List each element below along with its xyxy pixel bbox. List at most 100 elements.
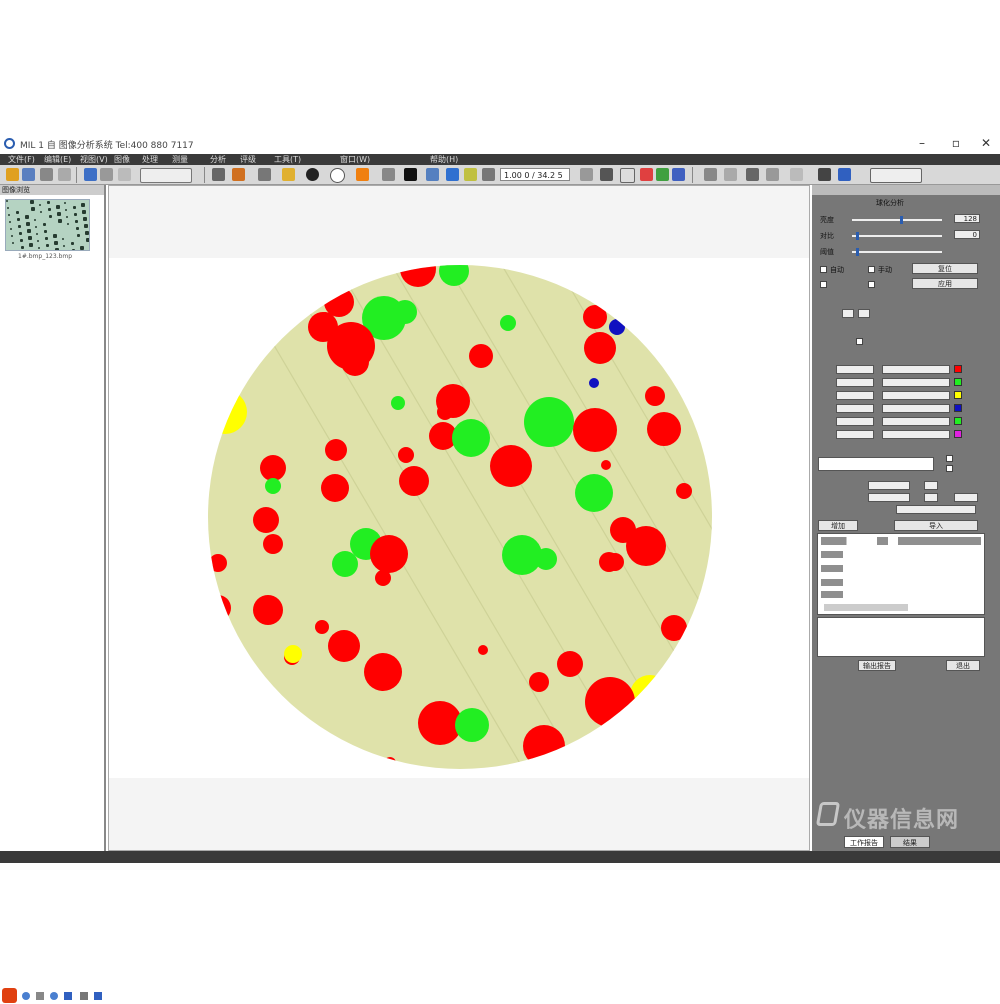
pointer-icon[interactable] bbox=[212, 168, 225, 181]
rect-icon[interactable] bbox=[118, 168, 131, 181]
menu-image[interactable]: 图像 bbox=[114, 154, 130, 165]
contrast-value[interactable]: 0 bbox=[954, 230, 980, 239]
class-range-field[interactable] bbox=[882, 365, 950, 374]
manual-checkbox[interactable] bbox=[868, 266, 875, 273]
filter-input[interactable] bbox=[818, 457, 934, 471]
show-checkbox[interactable] bbox=[856, 338, 863, 345]
pen-icon[interactable] bbox=[232, 168, 245, 181]
settings-icon[interactable] bbox=[790, 168, 803, 181]
zoom-out-icon[interactable] bbox=[464, 168, 477, 181]
run-icon[interactable] bbox=[656, 168, 669, 181]
page-icon[interactable] bbox=[620, 168, 635, 183]
micrograph-field[interactable] bbox=[205, 262, 715, 772]
brightness-value[interactable]: 128 bbox=[954, 214, 980, 223]
window-icon[interactable] bbox=[838, 168, 851, 181]
minimize-button[interactable]: – bbox=[912, 136, 932, 150]
class-field[interactable] bbox=[836, 430, 874, 439]
list-item[interactable] bbox=[821, 565, 843, 572]
measure-icon[interactable] bbox=[84, 168, 97, 181]
export-report-button[interactable]: 输出报告 bbox=[858, 660, 896, 671]
notes-textarea[interactable] bbox=[817, 617, 985, 657]
menu-grading[interactable]: 评级 bbox=[240, 154, 256, 165]
arrow-icon[interactable] bbox=[426, 168, 439, 181]
result-list[interactable] bbox=[817, 533, 985, 615]
menu-process[interactable]: 处理 bbox=[142, 154, 158, 165]
class-color-swatch[interactable] bbox=[954, 404, 962, 412]
class-field[interactable] bbox=[836, 365, 874, 374]
highlight-icon[interactable] bbox=[282, 168, 295, 181]
list-item[interactable] bbox=[821, 551, 843, 558]
param-field-a[interactable] bbox=[842, 309, 854, 318]
save-icon[interactable] bbox=[22, 168, 35, 181]
import-button[interactable]: 导入 bbox=[894, 520, 978, 531]
class-field[interactable] bbox=[836, 391, 874, 400]
black-icon[interactable] bbox=[404, 168, 417, 181]
tab-work-report[interactable]: 工作报告 bbox=[844, 836, 884, 848]
threshold-knob[interactable] bbox=[856, 248, 859, 256]
menu-help[interactable]: 帮助(H) bbox=[430, 154, 458, 165]
grid-icon[interactable] bbox=[724, 168, 737, 181]
list-item[interactable] bbox=[821, 579, 843, 586]
stop-icon[interactable] bbox=[640, 168, 653, 181]
add-button[interactable]: 增加 bbox=[818, 520, 858, 531]
class-field[interactable] bbox=[836, 378, 874, 387]
list-icon[interactable] bbox=[36, 992, 44, 1000]
filter-checkbox-b[interactable] bbox=[946, 465, 953, 472]
size-field-f[interactable] bbox=[896, 505, 976, 514]
size-field-c[interactable] bbox=[868, 493, 910, 502]
option-checkbox-b[interactable] bbox=[868, 281, 875, 288]
image-thumbnail[interactable] bbox=[5, 199, 90, 251]
close-button[interactable]: ✕ bbox=[976, 136, 996, 150]
prev-icon[interactable] bbox=[580, 168, 593, 181]
maximize-button[interactable]: ▫ bbox=[946, 136, 966, 150]
fill-icon[interactable] bbox=[306, 168, 319, 181]
class-range-field[interactable] bbox=[882, 391, 950, 400]
report-icon[interactable] bbox=[672, 168, 685, 181]
menu-tools[interactable]: 工具(T) bbox=[274, 154, 301, 165]
calibrate-icon[interactable] bbox=[766, 168, 779, 181]
filter-checkbox-a[interactable] bbox=[946, 455, 953, 462]
size-field-d[interactable] bbox=[924, 493, 938, 502]
circle-icon[interactable] bbox=[330, 168, 345, 183]
menu-measure[interactable]: 测量 bbox=[172, 154, 188, 165]
up-icon[interactable] bbox=[64, 992, 72, 1000]
refresh-icon[interactable] bbox=[50, 992, 58, 1000]
menu-edit[interactable]: 编辑(E) bbox=[44, 154, 71, 165]
brand-icon[interactable] bbox=[2, 988, 17, 1003]
brightness-slider[interactable] bbox=[852, 216, 942, 224]
filter-icon[interactable] bbox=[94, 992, 102, 1000]
erase-icon[interactable] bbox=[382, 168, 395, 181]
next-icon[interactable] bbox=[600, 168, 613, 181]
exit-button[interactable]: 退出 bbox=[946, 660, 980, 671]
class-field[interactable] bbox=[836, 404, 874, 413]
option-checkbox-a[interactable] bbox=[820, 281, 827, 288]
size-field-a[interactable] bbox=[868, 481, 910, 490]
panel-icon[interactable] bbox=[818, 168, 831, 181]
view-icon[interactable] bbox=[22, 992, 30, 1000]
line-icon[interactable] bbox=[100, 168, 113, 181]
class-range-field[interactable] bbox=[882, 430, 950, 439]
contrast-knob[interactable] bbox=[856, 232, 859, 240]
mode-select[interactable] bbox=[140, 168, 192, 183]
brightness-knob[interactable] bbox=[900, 216, 903, 224]
auto-checkbox[interactable] bbox=[820, 266, 827, 273]
size-field-b[interactable] bbox=[924, 481, 938, 490]
zoom-input[interactable]: 1.00 0 / 34.2 5 bbox=[500, 168, 570, 181]
print-icon[interactable] bbox=[40, 168, 53, 181]
menu-view[interactable]: 视图(V) bbox=[80, 154, 108, 165]
layout-select[interactable] bbox=[870, 168, 922, 183]
contrast-slider[interactable] bbox=[852, 232, 942, 240]
class-color-swatch[interactable] bbox=[954, 417, 962, 425]
reset-button[interactable]: 复位 bbox=[912, 263, 978, 274]
class-range-field[interactable] bbox=[882, 417, 950, 426]
copy-icon[interactable] bbox=[58, 168, 71, 181]
class-range-field[interactable] bbox=[882, 404, 950, 413]
class-color-swatch[interactable] bbox=[954, 365, 962, 373]
menu-analysis[interactable]: 分析 bbox=[210, 154, 226, 165]
class-color-swatch[interactable] bbox=[954, 391, 962, 399]
open-icon[interactable] bbox=[6, 168, 19, 181]
folder-icon[interactable] bbox=[80, 992, 88, 1000]
menu-window[interactable]: 窗口(W) bbox=[340, 154, 370, 165]
class-color-swatch[interactable] bbox=[954, 378, 962, 386]
ruler-icon[interactable] bbox=[746, 168, 759, 181]
